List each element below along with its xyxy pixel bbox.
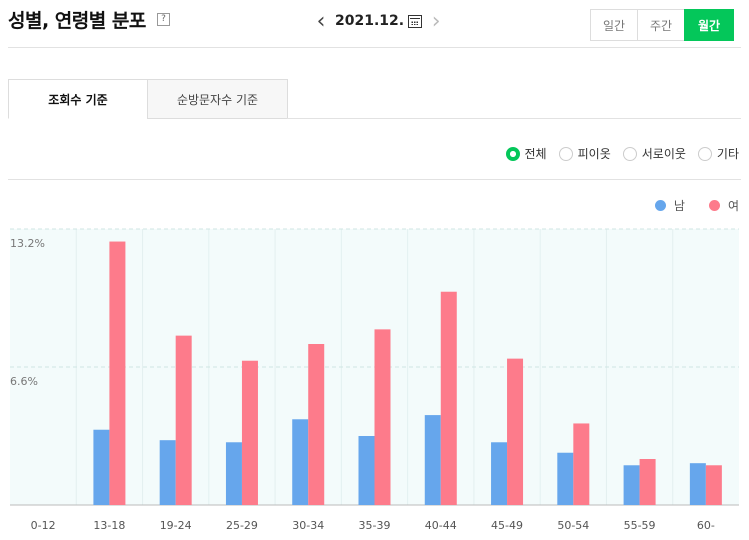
period-monthly-button[interactable]: 월간: [684, 9, 734, 41]
bar-male: [491, 442, 508, 505]
legend-female-label: 여: [727, 199, 739, 213]
filter-neighbors-radio[interactable]: 피이옷: [558, 145, 611, 162]
legend-item-female: 여: [708, 197, 739, 214]
legend-item-male: 남: [654, 197, 685, 214]
legend-male-swatch: [654, 200, 666, 211]
x-tick-label: 50-54: [557, 519, 589, 532]
bar-female: [573, 423, 590, 505]
radio-empty-icon: [697, 146, 712, 161]
x-tick-label: 13-18: [93, 519, 125, 532]
bar-male: [159, 440, 176, 505]
bar-male: [93, 429, 110, 505]
x-tick-label: 19-24: [160, 519, 192, 532]
audience-filter: 전체 피이옷 서로이웃 기타: [494, 145, 739, 162]
radio-empty-icon: [558, 146, 573, 161]
tab-views[interactable]: 조회수 기준: [8, 79, 148, 119]
header-divider: [8, 47, 741, 48]
filter-all-label: 전체: [524, 147, 547, 161]
bar-male: [623, 465, 640, 505]
bar-male: [225, 442, 242, 505]
filter-all-radio[interactable]: 전체: [505, 145, 547, 162]
calendar-icon[interactable]: [408, 14, 423, 28]
date-navigator: ‹ 2021.12. ›: [313, 8, 444, 34]
bar-female: [241, 360, 258, 505]
bar-female: [507, 358, 524, 505]
chevron-left-icon[interactable]: ‹: [313, 9, 329, 34]
bar-female: [440, 291, 457, 505]
bar-female: [374, 329, 391, 505]
current-date: 2021.12.: [335, 13, 405, 29]
period-daily-button[interactable]: 일간: [590, 9, 638, 41]
y-tick-label: 6.6%: [10, 375, 38, 388]
y-tick-label: 13.2%: [10, 237, 45, 250]
filter-neighbors-label: 피이옷: [577, 147, 611, 161]
help-icon[interactable]: ?: [157, 13, 170, 26]
x-tick-label: 0-12: [31, 519, 56, 532]
bar-male: [424, 415, 441, 505]
filter-mutual-radio[interactable]: 서로이웃: [622, 145, 686, 162]
filter-divider: [8, 179, 741, 180]
bar-female: [639, 459, 656, 505]
age-gender-bar-chart: 13.2% 6.6% 0-12 13-18 19-24 25-29 30-34 35-39 40…: [10, 228, 739, 532]
bar-male: [292, 419, 309, 505]
page-title: 성별, 연령별 분포: [8, 10, 146, 32]
bar-female: [705, 465, 722, 505]
x-tick-label: 35-39: [359, 519, 391, 532]
x-tick-label: 40-44: [425, 519, 457, 532]
bar-female: [175, 335, 192, 505]
x-tick-label: 55-59: [624, 519, 656, 532]
x-tick-label: 30-34: [292, 519, 324, 532]
tab-divider: [287, 118, 741, 119]
legend-male-label: 남: [673, 199, 685, 213]
x-tick-label: 25-29: [226, 519, 258, 532]
bar-male: [689, 463, 706, 505]
period-selector: 일간 주간 월간: [590, 9, 734, 41]
bar-female: [109, 241, 126, 505]
legend-female-swatch: [708, 200, 720, 211]
tab-unique-visitors[interactable]: 순방문자수 기준: [147, 79, 288, 119]
bar-male: [557, 452, 574, 505]
chart-legend: 남 여: [631, 197, 739, 214]
chevron-right-icon[interactable]: ›: [428, 9, 444, 34]
period-weekly-button[interactable]: 주간: [637, 9, 685, 41]
bar-female: [308, 344, 325, 505]
x-tick-label: 45-49: [491, 519, 523, 532]
x-tick-label: 60-: [697, 519, 715, 532]
filter-other-radio[interactable]: 기타: [697, 145, 739, 162]
radio-selected-icon: [505, 146, 520, 161]
filter-other-label: 기타: [716, 147, 739, 161]
radio-empty-icon: [622, 146, 637, 161]
bar-male: [358, 436, 375, 505]
filter-mutual-label: 서로이웃: [641, 147, 686, 161]
